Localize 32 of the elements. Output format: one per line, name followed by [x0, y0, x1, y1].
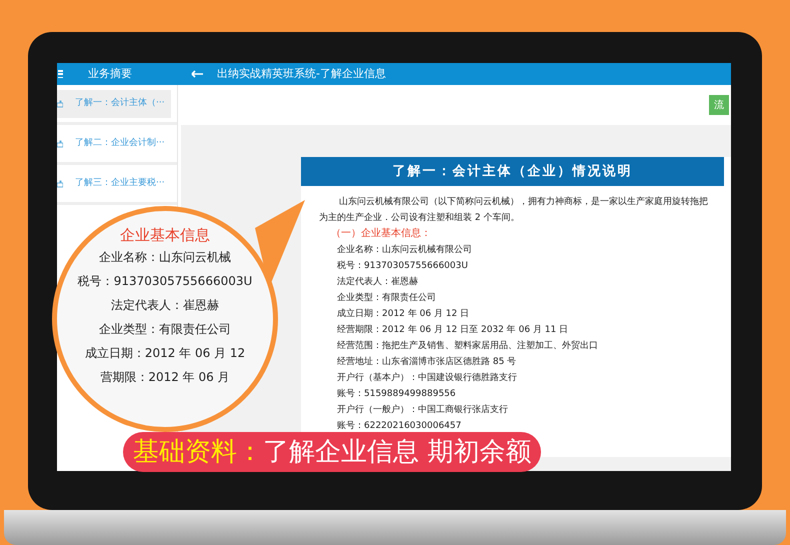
magnified-line: 税号：91370305755666003U [78, 273, 252, 290]
info-line: 成立日期：2012 年 06 月 12 日 [336, 308, 470, 321]
info-line: 账号：5159889499889556 [336, 388, 457, 401]
header-title: 出纳实战精英班系统-了解企业信息 [217, 66, 386, 82]
info-line: 企业类型：有限责任公司 [336, 292, 437, 305]
info-line: 经营地址：山东省淄博市张店区德胜路 85 号 [336, 356, 518, 369]
info-line: 法定代表人：崔恩赫 [336, 276, 419, 289]
info-line: 企业名称：山东问云机械有限公司 [336, 244, 473, 257]
magnified-heading: 企业基本信息 [120, 225, 210, 245]
magnified-line: 企业类型：有限责任公司 [99, 321, 231, 338]
magnified-line: 企业名称：山东问云机械 [99, 249, 231, 266]
section-heading: （一）企业基本信息： [330, 226, 432, 241]
menu-icon[interactable] [58, 70, 63, 78]
info-line: 账号：62220216030006457 [336, 420, 462, 433]
magnified-line: 成立日期：2012 年 06 月 12 [84, 345, 246, 362]
info-line: 开户行（基本户）：中国建设银行德胜路支行 [336, 372, 518, 385]
sidebar-item-label: 了解三：企业主要税··· [75, 176, 165, 190]
banner-text: 了解企业信息 期初余额 [263, 436, 532, 468]
info-line: 经营范围：拖把生产及销售、塑料家居用品、注塑加工、外贸出口 [336, 339, 599, 353]
back-arrow-icon[interactable] [191, 70, 203, 78]
magnified-line: 法定代表人：崔恩赫 [111, 297, 219, 314]
intro-paragraph: 山东问云机械有限公司（以下简称问云机械），拥有力神商标，是一家以生产家庭用旋转拖把为主的生产企业．公司设有注塑和组装 2 个车间。 [319, 196, 709, 225]
sidebar-item-label: 了解二：企业会计制··· [75, 136, 165, 150]
info-line: 经营期限：2012 年 06 月 12 日至 2032 年 06 月 11 日 [336, 324, 570, 337]
flow-button[interactable]: 流 [709, 95, 729, 115]
info-line: 税号：91370305755666003U [336, 260, 469, 273]
sidebar-title: 业务摘要 [88, 66, 132, 82]
document-title: 了解一：会计主体（企业）情况说明 [301, 157, 724, 186]
magnified-line: 营期限：2012 年 06 月 [100, 369, 230, 386]
info-line: 开户行（一般户）：中国工商银行张店支行 [336, 404, 509, 417]
sidebar-item-label: 了解一：会计主体（··· [75, 96, 165, 110]
banner-label: 基础资料： [133, 436, 263, 468]
